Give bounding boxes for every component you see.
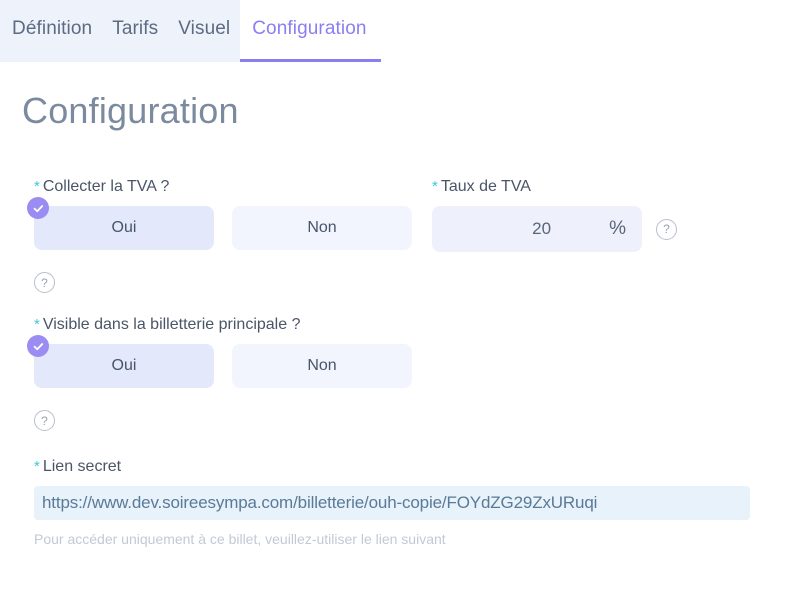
required-asterisk: * xyxy=(34,316,40,333)
form-row-visibility: * Visible dans la billetterie principale … xyxy=(0,316,794,458)
collect-vat-option-non-label: Non xyxy=(307,219,337,236)
collect-vat-toggle-group: Oui Non xyxy=(27,197,412,250)
required-asterisk: * xyxy=(34,178,40,195)
tab-definition[interactable]: Définition xyxy=(0,0,102,62)
tab-bar: Définition Tarifs Visuel Configuration xyxy=(0,0,794,62)
tab-visuel-label: Visuel xyxy=(178,18,231,39)
collect-vat-option-oui-label: Oui xyxy=(111,219,137,236)
secret-link-label-text: Lien secret xyxy=(42,458,122,475)
visible-main-ticketing-option-non[interactable]: Non xyxy=(232,344,412,388)
collect-vat-option-non[interactable]: Non xyxy=(232,206,412,250)
tab-definition-label: Définition xyxy=(12,18,93,39)
percent-symbol: % xyxy=(609,218,626,239)
tab-configuration-label: Configuration xyxy=(252,18,367,39)
tab-tarifs[interactable]: Tarifs xyxy=(102,0,168,62)
vat-rate-value: 20 xyxy=(532,219,552,238)
secret-link-hint: Pour accéder uniquement à ce billet, veu… xyxy=(34,531,446,547)
check-icon xyxy=(27,197,49,219)
tab-tarifs-label: Tarifs xyxy=(112,18,159,39)
form-row-vat: * Collecter la TVA ? Oui Non ? * Taux de… xyxy=(0,178,794,316)
vat-rate-label-text: Taux de TVA xyxy=(440,178,531,195)
secret-link-input[interactable]: https://www.dev.soireesympa.com/billette… xyxy=(34,486,750,520)
visible-main-ticketing-toggle-group: Oui Non xyxy=(27,335,412,388)
collect-vat-label-text: Collecter la TVA ? xyxy=(42,178,170,195)
help-icon-vat-rate[interactable]: ? xyxy=(656,218,677,240)
required-asterisk: * xyxy=(34,458,40,475)
tab-visuel[interactable]: Visuel xyxy=(168,0,240,62)
tab-configuration[interactable]: Configuration xyxy=(240,0,381,62)
visible-main-ticketing-option-non-label: Non xyxy=(307,357,337,374)
collect-vat-label: * Collecter la TVA ? xyxy=(34,178,412,196)
vat-rate-input[interactable]: 20 % xyxy=(432,206,642,252)
secret-link-value: https://www.dev.soireesympa.com/billette… xyxy=(42,493,598,512)
field-visible-main-ticketing: * Visible dans la billetterie principale … xyxy=(27,316,412,431)
configuration-form: * Collecter la TVA ? Oui Non ? * Taux de… xyxy=(0,178,794,547)
page-title: Configuration xyxy=(22,90,239,131)
help-icon-collect-vat[interactable]: ? xyxy=(34,272,55,293)
visible-main-ticketing-option-oui[interactable]: Oui xyxy=(27,335,214,388)
vat-rate-label: * Taux de TVA xyxy=(432,178,677,196)
visible-main-ticketing-option-oui-label: Oui xyxy=(111,357,137,374)
required-asterisk: * xyxy=(432,178,438,195)
collect-vat-option-oui[interactable]: Oui xyxy=(27,197,214,250)
check-icon xyxy=(27,335,49,357)
visible-main-ticketing-label-text: Visible dans la billetterie principale ? xyxy=(42,316,301,333)
field-collect-vat: * Collecter la TVA ? Oui Non ? xyxy=(27,178,412,293)
vat-rate-row: 20 % ? xyxy=(432,206,677,252)
secret-link-label: * Lien secret xyxy=(34,458,750,476)
field-secret-link: * Lien secret https://www.dev.soireesympa… xyxy=(34,458,750,547)
help-icon-visible-main-ticketing[interactable]: ? xyxy=(34,410,55,431)
visible-main-ticketing-label: * Visible dans la billetterie principale … xyxy=(34,316,412,334)
field-vat-rate: * Taux de TVA 20 % ? xyxy=(432,178,677,252)
tab-list: Définition Tarifs Visuel Configuration xyxy=(0,0,381,62)
